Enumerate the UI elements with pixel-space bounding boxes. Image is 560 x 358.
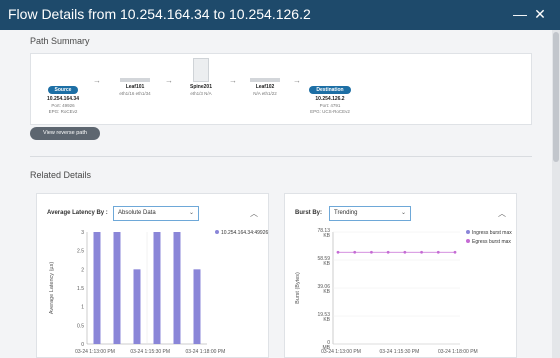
x-tick-label: 03-24 1:18:00 PM — [438, 349, 478, 355]
egress-point — [453, 250, 457, 254]
y-axis-label: Burst (Bytes) — [295, 272, 301, 304]
x-tick-label: 03-24 1:13:00 PM — [75, 349, 115, 355]
y-axis-label: Average Latency (µs) — [49, 262, 55, 314]
legend-label: 10.254.164.34:49926 — [221, 230, 268, 236]
egress-point — [420, 250, 423, 254]
burst-mode-select[interactable]: Trending ⌄ — [329, 206, 411, 221]
spine201-node[interactable]: Spine201 eth1/3 N/A — [177, 58, 225, 97]
egress-point — [336, 250, 340, 254]
x-tick-label: 03-24 1:15:30 PM — [380, 349, 420, 355]
collapse-icon[interactable]: ︿ — [250, 208, 258, 219]
scrollbar[interactable] — [552, 30, 560, 358]
y-tick-label: 2 — [81, 267, 84, 273]
chevron-down-icon: ⌄ — [400, 210, 406, 216]
egress-point — [386, 250, 390, 254]
collapse-icon[interactable]: ︿ — [498, 208, 506, 219]
leaf102-node[interactable]: Leaf102 N/A eth1/22 — [241, 76, 289, 97]
source-node[interactable]: Source 10.254.164.34 Port: 49926 EPG: Ro… — [39, 78, 87, 115]
bar — [173, 232, 181, 344]
view-reverse-path-button[interactable]: View reverse path — [30, 127, 100, 140]
window-title: Flow Details from 10.254.164.34 to 10.25… — [8, 6, 311, 22]
y-tick-unit: KB — [323, 289, 330, 295]
spine201-name: Spine201 — [190, 84, 212, 90]
x-tick-label: 03-24 1:13:00 PM — [321, 349, 361, 355]
switch-icon — [250, 78, 280, 82]
egress-point — [370, 250, 373, 254]
bar — [153, 232, 161, 344]
egress-point — [436, 250, 440, 254]
chevron-down-icon: ⌄ — [188, 210, 194, 216]
source-badge: Source — [47, 86, 79, 94]
arrow-icon: → — [293, 76, 301, 85]
burst-chart: 0MB19.53KB39.06KB58.59KB78.13KB03-24 1:1… — [295, 228, 512, 355]
bar — [93, 232, 101, 344]
legend-label: Egress burst max — [472, 239, 511, 245]
leaf101-ports: eth1/16 eth1/34 — [119, 91, 151, 96]
path-summary-card: Source 10.254.164.34 Port: 49926 EPG: Ro… — [30, 53, 532, 125]
latency-chart: 0 0.5 1 1.5 2 2.5 3 03-24 1:13:00 PM 03-24 1:15:… — [49, 230, 268, 355]
bar — [133, 269, 141, 344]
y-tick-unit: KB — [323, 233, 330, 239]
bar — [193, 269, 201, 344]
related-details-heading: Related Details — [30, 170, 92, 180]
latency-by-label: Average Latency By : — [47, 210, 108, 216]
y-tick-label: 2.5 — [77, 249, 84, 255]
y-tick-label: 1 — [81, 305, 84, 311]
burst-card: Burst By: Trending ⌄ ︿ 0 MB 19.53 KB 39.06 KB… — [284, 193, 517, 358]
spine201-ports: eth1/3 N/A — [190, 91, 212, 96]
y-tick-unit: KB — [323, 261, 330, 267]
legend-marker — [466, 230, 470, 234]
switch-icon — [120, 78, 150, 82]
arrow-icon: → — [229, 76, 237, 85]
bar — [113, 232, 121, 344]
latency-mode-select[interactable]: Absolute Data ⌄ — [113, 206, 199, 221]
x-tick-label: 03-24 1:18:00 PM — [186, 349, 226, 355]
arrow-icon: → — [93, 76, 101, 85]
burst-select-value: Trending — [334, 210, 358, 216]
egress-point — [403, 250, 407, 254]
spine-switch-icon — [193, 58, 209, 82]
destination-badge: Destination — [309, 86, 351, 94]
leaf101-name: Leaf101 — [125, 84, 145, 90]
minimize-icon[interactable]: — — [512, 5, 528, 23]
x-tick-label: 03-24 1:15:30 PM — [130, 349, 170, 355]
y-tick-label: 0.5 — [77, 323, 84, 329]
legend-label: Ingress burst max — [472, 230, 512, 236]
burst-by-label: Burst By: — [295, 210, 323, 216]
title-bar: Flow Details from 10.254.164.34 to 10.25… — [0, 0, 560, 30]
legend-marker — [215, 230, 219, 234]
y-tick-label: 3 — [81, 230, 84, 236]
scrollbar-thumb[interactable] — [553, 32, 559, 162]
close-icon[interactable]: ✕ — [532, 5, 548, 23]
leaf101-node[interactable]: Leaf101 eth1/16 eth1/34 — [111, 76, 159, 97]
source-epg: EPG: RoCEv2 — [48, 109, 78, 114]
destination-node[interactable]: Destination 10.254.126.2 Port: 4791 EPG:… — [301, 78, 359, 115]
leaf102-name: Leaf102 — [255, 84, 275, 90]
latency-card: Average Latency By : Absolute Data ⌄ ︿ 0… — [36, 193, 269, 358]
source-ip: 10.254.164.34 — [47, 96, 79, 102]
path-summary-heading: Path Summary — [30, 36, 90, 46]
destination-ip: 10.254.126.2 — [315, 96, 345, 102]
arrow-icon: → — [165, 76, 173, 85]
divider — [30, 156, 532, 157]
legend-marker — [466, 239, 470, 243]
egress-point — [353, 250, 357, 254]
leaf102-ports: N/A eth1/22 — [253, 91, 277, 96]
destination-epg: EPG: UCS-RoCEv2 — [310, 109, 350, 114]
y-tick-unit: KB — [323, 317, 330, 323]
latency-select-value: Absolute Data — [118, 210, 156, 216]
y-tick-label: 1.5 — [77, 286, 84, 292]
y-tick-label: 0 — [81, 342, 84, 348]
